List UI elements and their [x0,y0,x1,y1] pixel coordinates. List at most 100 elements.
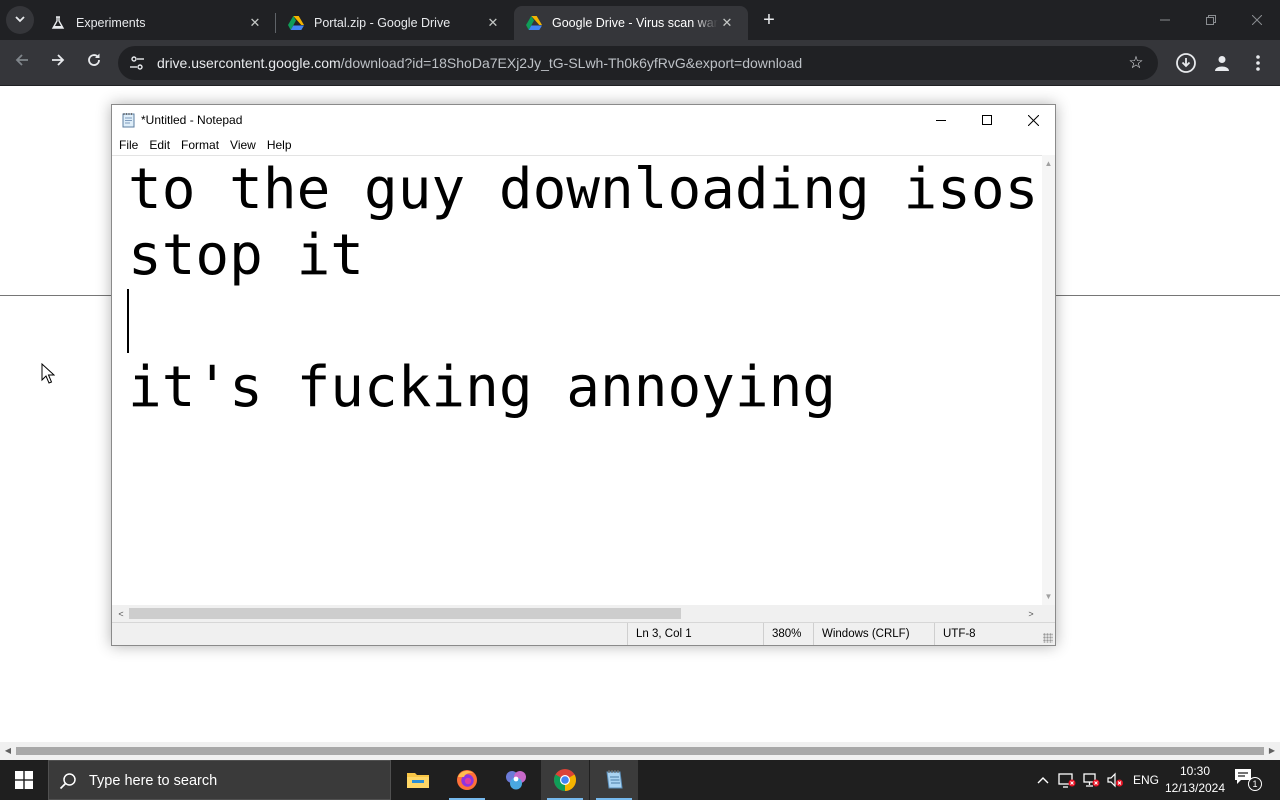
scroll-left-icon[interactable]: < [114,607,128,621]
clock-date: 12/13/2024 [1164,781,1226,795]
scrollbar-corner [1042,605,1055,622]
notepad-window-title: *Untitled - Notepad [141,113,243,127]
back-button[interactable] [9,50,35,76]
reload-button[interactable] [81,50,107,76]
notepad-maximize-button[interactable] [964,105,1010,135]
taskbar-clock[interactable]: 10:30 12/13/2024 [1160,763,1230,797]
browser-minimize-button[interactable] [1150,8,1180,32]
back-icon [15,54,28,66]
show-hidden-icons-chevron-up-icon[interactable] [1033,770,1053,790]
browser-tab-strip: Experiments ✕ Portal.zip - Google Drive … [0,0,1280,40]
taskbar-firefox[interactable] [443,760,491,800]
taskbar-notepad[interactable] [590,760,638,800]
chrome-menu-button[interactable] [1246,51,1270,75]
tab-title: Portal.zip - Google Drive [314,16,451,30]
menu-view[interactable]: View [226,135,262,155]
taskbar-games-app[interactable] [492,760,540,800]
browser-close-button[interactable] [1242,8,1272,32]
page-horizontal-scrollbar[interactable]: ◀ ▶ [0,742,1280,760]
search-icon [59,772,77,790]
taskbar-search-box[interactable]: Type here to search [48,760,391,800]
notepad-minimize-button[interactable] [918,105,964,135]
volume-muted-icon[interactable] [1105,770,1125,790]
bookmark-star-icon[interactable]: ☆ [1126,53,1146,73]
windows-logo-icon [15,771,33,789]
profile-button[interactable] [1210,51,1234,75]
menu-file[interactable]: File [115,135,144,155]
menu-help[interactable]: Help [263,135,298,155]
scroll-up-icon[interactable]: ▲ [1042,157,1055,170]
network-icon[interactable] [1081,770,1101,790]
browser-restore-button[interactable] [1196,8,1226,32]
encoding: UTF-8 [934,623,1034,645]
tray-device-warning-icon[interactable] [1057,770,1077,790]
clock-time: 10:30 [1179,764,1211,778]
tab-title: Experiments [76,16,146,30]
tab-portal-zip[interactable]: Portal.zip - Google Drive ✕ [276,6,514,40]
notepad-menu-bar: File Edit Format View Help [112,135,1055,155]
notepad-title-bar[interactable]: *Untitled - Notepad [112,105,1055,135]
flask-icon [50,15,66,31]
tab-experiments[interactable]: Experiments ✕ [38,6,276,40]
scroll-left-icon[interactable]: ◀ [2,745,14,757]
profile-icon [1215,56,1229,71]
close-tab-icon[interactable]: ✕ [718,15,736,31]
chrome-icon [554,769,576,791]
url-domain: drive.usercontent.google.com [157,55,341,71]
notification-count: 1 [1248,777,1262,791]
notepad-icon [121,112,137,128]
file-explorer-icon [407,773,429,788]
google-drive-icon [526,15,542,31]
close-icon [1251,14,1263,26]
downloads-button[interactable] [1174,51,1198,75]
firefox-icon [457,770,477,790]
games-app-icon [506,771,526,790]
reload-icon [88,53,100,66]
line-ending: Windows (CRLF) [813,623,934,645]
notepad-vertical-scrollbar[interactable]: ▲ ▼ [1042,155,1055,605]
minimize-icon [1160,19,1170,21]
notepad-text-area[interactable]: to the guy downloading isos stop it it's… [112,155,1042,605]
text-line-2: stop it [128,223,365,288]
scroll-down-icon[interactable]: ▼ [1042,590,1055,603]
tab-search-button[interactable] [6,6,34,34]
url-text: drive.usercontent.google.com/download?id… [157,55,802,71]
zoom-level: 380% [763,623,813,645]
notepad-horizontal-scrollbar[interactable]: < > [112,605,1042,622]
url-path: /download?id=18ShoDa7EXj2Jy_tG-SLwh-Th0k… [340,55,803,71]
scroll-right-icon[interactable]: > [1024,607,1038,621]
downloads-icon [1176,53,1196,73]
input-language[interactable]: ENG [1133,773,1159,787]
google-drive-icon [288,15,304,31]
text-caret [127,289,129,353]
taskbar: Type here to search ENG 10:30 12/13/2024… [0,760,1280,800]
tab-virus-scan-warning[interactable]: Google Drive - Virus scan warning ✕ [514,6,748,40]
close-tab-icon[interactable]: ✕ [246,15,264,31]
scrollbar-thumb[interactable] [16,747,1264,755]
cursor-position: Ln 3, Col 1 [627,623,763,645]
notepad-status-bar: Ln 3, Col 1 380% Windows (CRLF) UTF-8 [112,622,1055,645]
menu-format[interactable]: Format [177,135,225,155]
text-line-1: to the guy downloading isos [128,157,1039,222]
mouse-pointer-icon [41,363,55,384]
chevron-down-icon [14,13,26,28]
menu-edit[interactable]: Edit [145,135,176,155]
close-icon [1027,114,1039,126]
new-tab-button[interactable]: + [757,8,781,32]
text-line-4: it's fucking annoying [128,355,837,420]
address-bar[interactable]: drive.usercontent.google.com/download?id… [118,46,1158,80]
taskbar-file-explorer[interactable] [394,760,442,800]
taskbar-chrome[interactable] [541,760,589,800]
close-tab-icon[interactable]: ✕ [484,15,502,31]
start-button[interactable] [0,760,48,800]
site-info-icon[interactable] [128,54,146,72]
action-center-button[interactable]: 1 [1234,768,1262,792]
forward-button[interactable] [45,50,71,76]
menu-icon [1256,55,1260,71]
notepad-window: *Untitled - Notepad File Edit Format Vie… [111,104,1056,646]
scrollbar-thumb[interactable] [129,608,681,619]
notepad-close-button[interactable] [1010,105,1056,135]
search-placeholder: Type here to search [89,773,218,789]
resize-grip-icon[interactable] [1043,633,1053,643]
scroll-right-icon[interactable]: ▶ [1266,745,1278,757]
